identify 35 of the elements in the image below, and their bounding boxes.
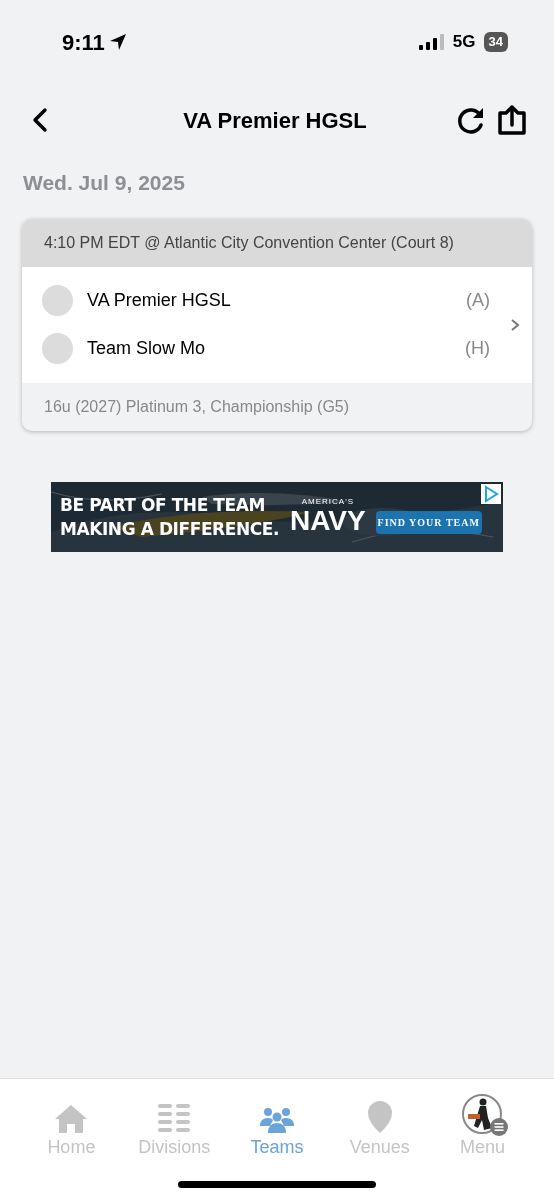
status-time: 9:11 (62, 28, 105, 57)
ad-headline: BE PART OF THE TEAM MAKING A DIFFERENCE. (60, 493, 280, 541)
battery-indicator: 34 (483, 32, 508, 52)
back-icon[interactable] (30, 107, 50, 133)
ad-brand-caption: AMERICA'S (301, 497, 354, 506)
home-icon (54, 1104, 89, 1134)
menu-icon (489, 1118, 508, 1136)
chevron-right-icon (510, 317, 520, 332)
team-name: VA Premier HGSL (87, 289, 232, 312)
team-side: (H) (465, 337, 490, 360)
date-heading: Wed. Jul 9, 2025 (23, 171, 185, 194)
ad-brand: NAVY (290, 506, 366, 536)
share-icon[interactable] (496, 104, 528, 136)
game-time-venue: 4:10 PM EDT @ Atlantic City Convention Center (Court 8) (44, 232, 454, 253)
signal-icon (418, 34, 445, 50)
ad-choices-icon[interactable] (481, 483, 501, 504)
header-title: VA Premier HGSL (183, 106, 367, 135)
location-arrow-icon (108, 33, 127, 51)
game-card[interactable]: 4:10 PM EDT @ Atlantic City Convention Center (Court 8) VA Premier HGSL (A) Team Slow Mo (H) 16u (2027) Platinum 3, Championship (G5) (22, 218, 532, 431)
team-side: (A) (466, 289, 490, 312)
team-logo-placeholder (42, 333, 73, 364)
team-name: Team Slow Mo (87, 337, 207, 360)
refresh-icon[interactable] (456, 105, 486, 135)
tab-bar-item[interactable]: Divisions (129, 1099, 220, 1161)
pin-icon (366, 1100, 393, 1134)
team-logo-placeholder (42, 285, 73, 316)
game-division: 16u (2027) Platinum 3, Championship (G5) (44, 396, 350, 417)
ad-cta-button[interactable]: FIND YOUR TEAM (375, 511, 482, 534)
network-label: 5G (452, 31, 476, 54)
people-icon (260, 1106, 294, 1134)
tab-bar-item[interactable]: Venues (334, 1099, 425, 1161)
tab-bar-item[interactable]: Menu (437, 1099, 528, 1161)
tab-bar-item[interactable]: Home (26, 1099, 117, 1161)
list-icon (157, 1104, 192, 1134)
tab-bar-item[interactable]: Teams (232, 1099, 322, 1161)
